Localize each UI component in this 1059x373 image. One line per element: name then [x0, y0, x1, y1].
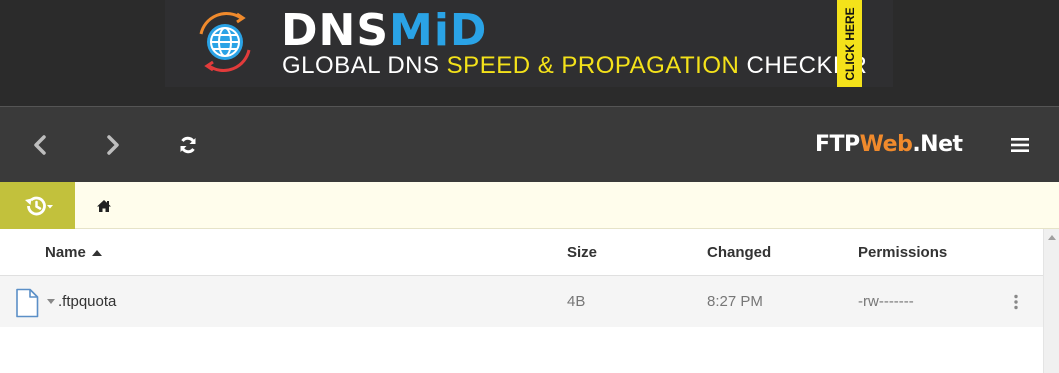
- logo-part3: .Net: [912, 132, 963, 157]
- breadcrumb: [0, 182, 1059, 229]
- back-button[interactable]: [10, 107, 70, 183]
- ad-cta-label: CLICK HERE: [842, 6, 857, 81]
- table-row[interactable]: .ftpquota 4B 8:27 PM -rw-------: [0, 276, 1043, 327]
- column-name-label: Name: [45, 244, 86, 261]
- main-toolbar: FTPWeb.Net: [0, 106, 1059, 182]
- dnsmid-ad-banner[interactable]: DNSMiD GLOBAL DNS SPEED & PROPAGATION CH…: [165, 0, 893, 87]
- logo-part2: Web: [859, 132, 913, 157]
- ad-brand-part2: MiD: [389, 5, 488, 56]
- ad-tagline: GLOBAL DNS SPEED & PROPAGATION CHECKER: [282, 52, 867, 80]
- ad-click-here-button[interactable]: CLICK HERE: [837, 0, 862, 87]
- history-dropdown-button[interactable]: [0, 182, 75, 229]
- ad-tagline-highlight: SPEED & PROPAGATION: [446, 52, 740, 79]
- chevron-left-icon: [34, 135, 46, 155]
- ad-brand-part1: DNS: [281, 5, 390, 56]
- globe-icon: [199, 12, 251, 72]
- file-icon: [16, 288, 39, 318]
- column-header-name[interactable]: Name: [45, 229, 102, 276]
- top-banner-area: DNSMiD GLOBAL DNS SPEED & PROPAGATION CH…: [0, 0, 1059, 106]
- row-actions-button[interactable]: [1008, 290, 1024, 314]
- ad-brand-name: DNSMiD: [281, 6, 487, 56]
- column-header-size[interactable]: Size: [567, 229, 597, 276]
- file-name[interactable]: .ftpquota: [58, 276, 116, 327]
- file-list: Name Size Changed Permissions .ftpquota …: [0, 229, 1043, 373]
- row-dropdown-caret-icon[interactable]: [47, 299, 55, 304]
- column-header-changed[interactable]: Changed: [707, 229, 771, 276]
- column-header-permissions[interactable]: Permissions: [858, 229, 947, 276]
- forward-button[interactable]: [83, 107, 143, 183]
- file-permissions: -rw-------: [858, 293, 914, 310]
- vertical-ellipsis-icon: [1014, 294, 1018, 310]
- file-size: 4B: [567, 293, 586, 310]
- scroll-up-icon[interactable]: [1048, 235, 1056, 240]
- vertical-scrollbar[interactable]: [1043, 229, 1059, 373]
- logo-part1: FTP: [815, 132, 860, 157]
- file-changed: 8:27 PM: [707, 293, 763, 310]
- home-button[interactable]: [90, 182, 118, 229]
- chevron-right-icon: [107, 135, 119, 155]
- refresh-button[interactable]: [158, 107, 218, 183]
- history-icon: [24, 196, 53, 215]
- ad-tagline-part1: GLOBAL DNS: [282, 52, 447, 79]
- hamburger-menu-icon: [1011, 138, 1029, 152]
- file-list-header: Name Size Changed Permissions: [0, 229, 1043, 276]
- sort-ascending-icon: [91, 249, 102, 256]
- refresh-icon: [180, 136, 196, 154]
- ftpweb-logo[interactable]: FTPWeb.Net: [815, 131, 963, 159]
- main-menu-button[interactable]: [990, 107, 1050, 183]
- home-icon: [97, 199, 111, 212]
